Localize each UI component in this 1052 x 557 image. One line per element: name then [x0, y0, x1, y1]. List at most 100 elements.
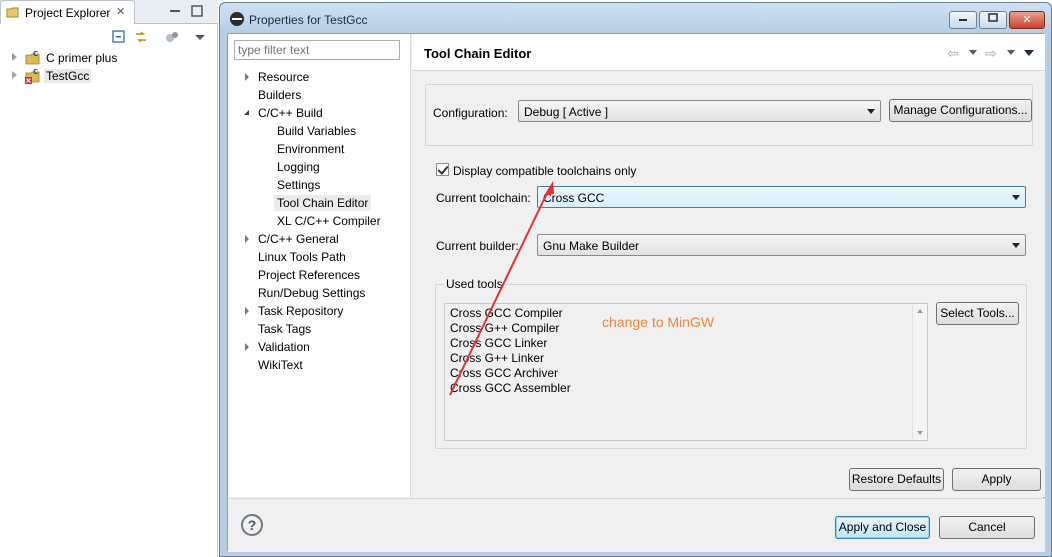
current-builder-select[interactable]: Gnu Make Builder [537, 234, 1026, 256]
nav-item-wikitext[interactable]: WikiText [228, 356, 411, 374]
project-explorer-tab[interactable]: Project Explorer ✕ [0, 0, 135, 24]
apply-and-close-button[interactable]: Apply and Close [835, 516, 930, 539]
minimize-icon [959, 19, 967, 21]
expand-arrow-icon[interactable] [245, 73, 249, 81]
nav-item-resource[interactable]: Resource [228, 68, 411, 86]
tool-list-item[interactable]: Cross GCC Archiver [450, 366, 558, 380]
annotation-text: change to MinGW [602, 314, 715, 330]
view-menu-icon[interactable] [1024, 50, 1034, 56]
chevron-down-icon [867, 109, 875, 114]
help-icon[interactable]: ? [241, 514, 263, 536]
forward-arrow-icon[interactable]: ⇨ [985, 45, 997, 62]
explorer-toolbar [0, 25, 218, 47]
nav-item-c-c-build[interactable]: C/C++ Build [228, 104, 411, 122]
nav-item-label: XL C/C++ Compiler [277, 214, 381, 228]
nav-item-label: Logging [277, 160, 320, 174]
filter-input[interactable] [234, 40, 400, 60]
expand-arrow-icon[interactable] [12, 71, 17, 79]
configuration-select[interactable]: Debug [ Active ] [518, 100, 881, 122]
nav-item-label: Task Tags [258, 322, 312, 336]
nav-item-label: WikiText [258, 358, 303, 372]
apply-button[interactable]: Apply [952, 468, 1041, 491]
collapse-arrow-icon[interactable] [244, 110, 249, 115]
nav-item-project-references[interactable]: Project References [228, 266, 411, 284]
tree-item-label: TestGcc [44, 69, 92, 83]
tree-item-label: C primer plus [46, 51, 118, 65]
nav-item-settings[interactable]: Settings [228, 176, 411, 194]
tool-list-item[interactable]: Cross GCC Assembler [450, 381, 571, 395]
nav-item-c-c-general[interactable]: C/C++ General [228, 230, 411, 248]
expand-arrow-icon[interactable] [245, 343, 249, 351]
page-title: Tool Chain Editor [424, 46, 532, 61]
tool-list-item[interactable]: Cross G++ Compiler [450, 321, 559, 335]
eclipse-icon [230, 12, 244, 26]
scroll-up-icon[interactable] [917, 309, 923, 313]
tool-list-item[interactable]: Cross G++ Linker [450, 351, 544, 365]
tree-item-testgcc[interactable]: C TestGcc [0, 67, 218, 85]
project-explorer-tab-label: Project Explorer [25, 6, 111, 20]
filters-icon[interactable] [164, 29, 180, 45]
svg-text:C: C [33, 68, 38, 76]
back-history-dropdown-icon[interactable] [969, 50, 977, 55]
collapse-all-icon[interactable] [111, 29, 127, 45]
restore-defaults-button[interactable]: Restore Defaults [849, 468, 944, 491]
dialog-titlebar[interactable]: Properties for TestGcc ✕ [220, 3, 1051, 33]
nav-item-label: Settings [277, 178, 321, 192]
nav-item-environment[interactable]: Environment [228, 140, 411, 158]
nav-item-label: C/C++ Build [258, 106, 323, 120]
current-toolchain-label: Current toolchain: [436, 191, 531, 205]
nav-item-build-variables[interactable]: Build Variables [228, 122, 411, 140]
view-menu-icon[interactable] [192, 29, 208, 45]
back-arrow-icon[interactable]: ⇦ [947, 45, 959, 62]
used-tools-label: Used tools [444, 277, 505, 291]
nav-item-tool-chain-editor[interactable]: Tool Chain Editor [228, 194, 411, 212]
dialog-client-area: Resource Builders C/C++ Build Build Variabl… [227, 33, 1045, 552]
nav-item-label: Builders [258, 88, 302, 102]
tools-scrollbar[interactable] [912, 304, 927, 440]
current-toolchain-value: Cross GCC [543, 191, 605, 205]
tree-item-c-primer-plus[interactable]: C C primer plus [0, 49, 218, 67]
expand-arrow-icon[interactable] [245, 235, 249, 243]
nav-item-label: C/C++ General [258, 232, 339, 246]
nav-item-validation[interactable]: Validation [228, 338, 411, 356]
c-project-error-icon: C [25, 68, 40, 84]
maximize-icon[interactable] [190, 4, 204, 18]
nav-item-label: Tool Chain Editor [274, 195, 372, 211]
nav-item-logging[interactable]: Logging [228, 158, 411, 176]
configuration-value: Debug [ Active ] [524, 105, 609, 119]
cancel-button[interactable]: Cancel [939, 516, 1035, 539]
folder-icon [6, 7, 19, 18]
current-toolchain-select[interactable]: Cross GCC [537, 186, 1026, 208]
tool-chain-editor-page: Tool Chain Editor ⇦ ⇨ Configuration: Deb… [412, 34, 1045, 497]
expand-arrow-icon[interactable] [12, 53, 17, 61]
window-minimize-button[interactable] [949, 11, 977, 29]
close-icon[interactable]: ✕ [116, 5, 125, 18]
nav-item-run-debug-settings[interactable]: Run/Debug Settings [228, 284, 411, 302]
nav-item-task-tags[interactable]: Task Tags [228, 320, 411, 338]
nav-item-builders[interactable]: Builders [228, 86, 411, 104]
nav-item-label: Task Repository [258, 304, 344, 318]
chevron-down-icon [1012, 243, 1020, 248]
tool-list-item[interactable]: Cross GCC Compiler [450, 306, 563, 320]
forward-history-dropdown-icon[interactable] [1007, 50, 1015, 55]
minimize-icon[interactable] [168, 4, 182, 18]
display-compatible-checkbox[interactable] [436, 163, 449, 176]
tool-list-item[interactable]: Cross GCC Linker [450, 336, 547, 350]
close-icon: ✕ [1022, 14, 1032, 26]
window-maximize-button[interactable] [979, 11, 1007, 29]
svg-text:C: C [33, 50, 38, 58]
window-close-button[interactable]: ✕ [1009, 11, 1045, 29]
select-tools-button[interactable]: Select Tools... [936, 302, 1019, 325]
properties-dialog: Properties for TestGcc ✕ Resource Builder… [219, 2, 1052, 557]
maximize-icon [988, 13, 998, 22]
nav-item-linux-tools-path[interactable]: Linux Tools Path [228, 248, 411, 266]
manage-configurations-button[interactable]: Manage Configurations... [889, 99, 1032, 122]
scroll-down-icon[interactable] [917, 431, 923, 435]
link-with-editor-icon[interactable] [133, 29, 149, 45]
used-tools-group: Used tools Cross GCC Compiler Cross G++ C… [435, 277, 1027, 449]
nav-item-task-repository[interactable]: Task Repository [228, 302, 411, 320]
expand-arrow-icon[interactable] [245, 307, 249, 315]
nav-item-xl-c-c-compiler[interactable]: XL C/C++ Compiler [228, 212, 411, 230]
current-builder-value: Gnu Make Builder [543, 239, 640, 253]
nav-item-label: Environment [277, 142, 345, 156]
